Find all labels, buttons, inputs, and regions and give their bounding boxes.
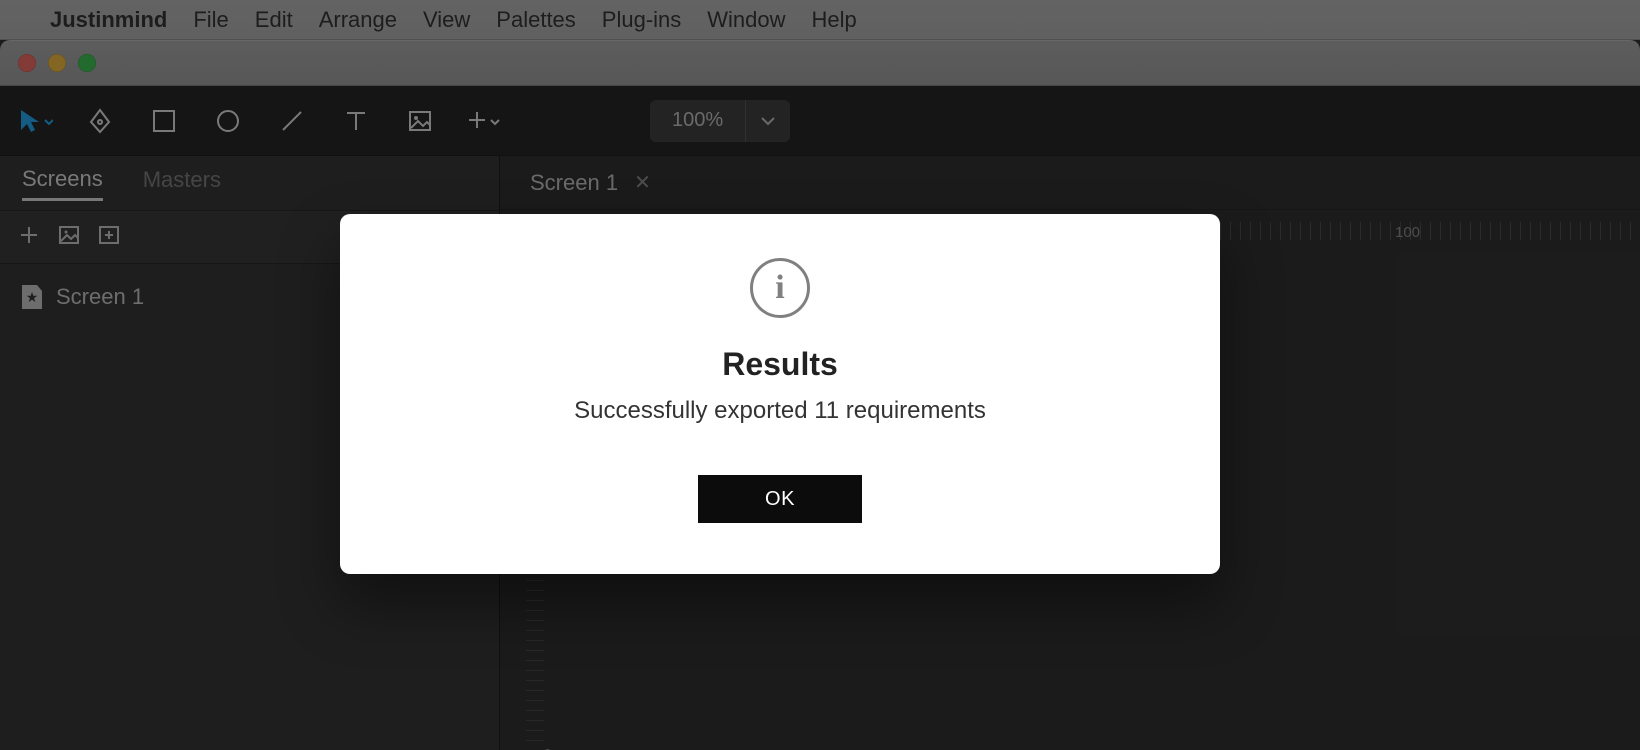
results-dialog: i Results Successfully exported 11 requi… (340, 214, 1220, 574)
dialog-title: Results (722, 346, 838, 383)
info-icon: i (750, 258, 810, 318)
dialog-message: Successfully exported 11 requirements (574, 397, 986, 425)
ok-button[interactable]: OK (698, 475, 862, 523)
